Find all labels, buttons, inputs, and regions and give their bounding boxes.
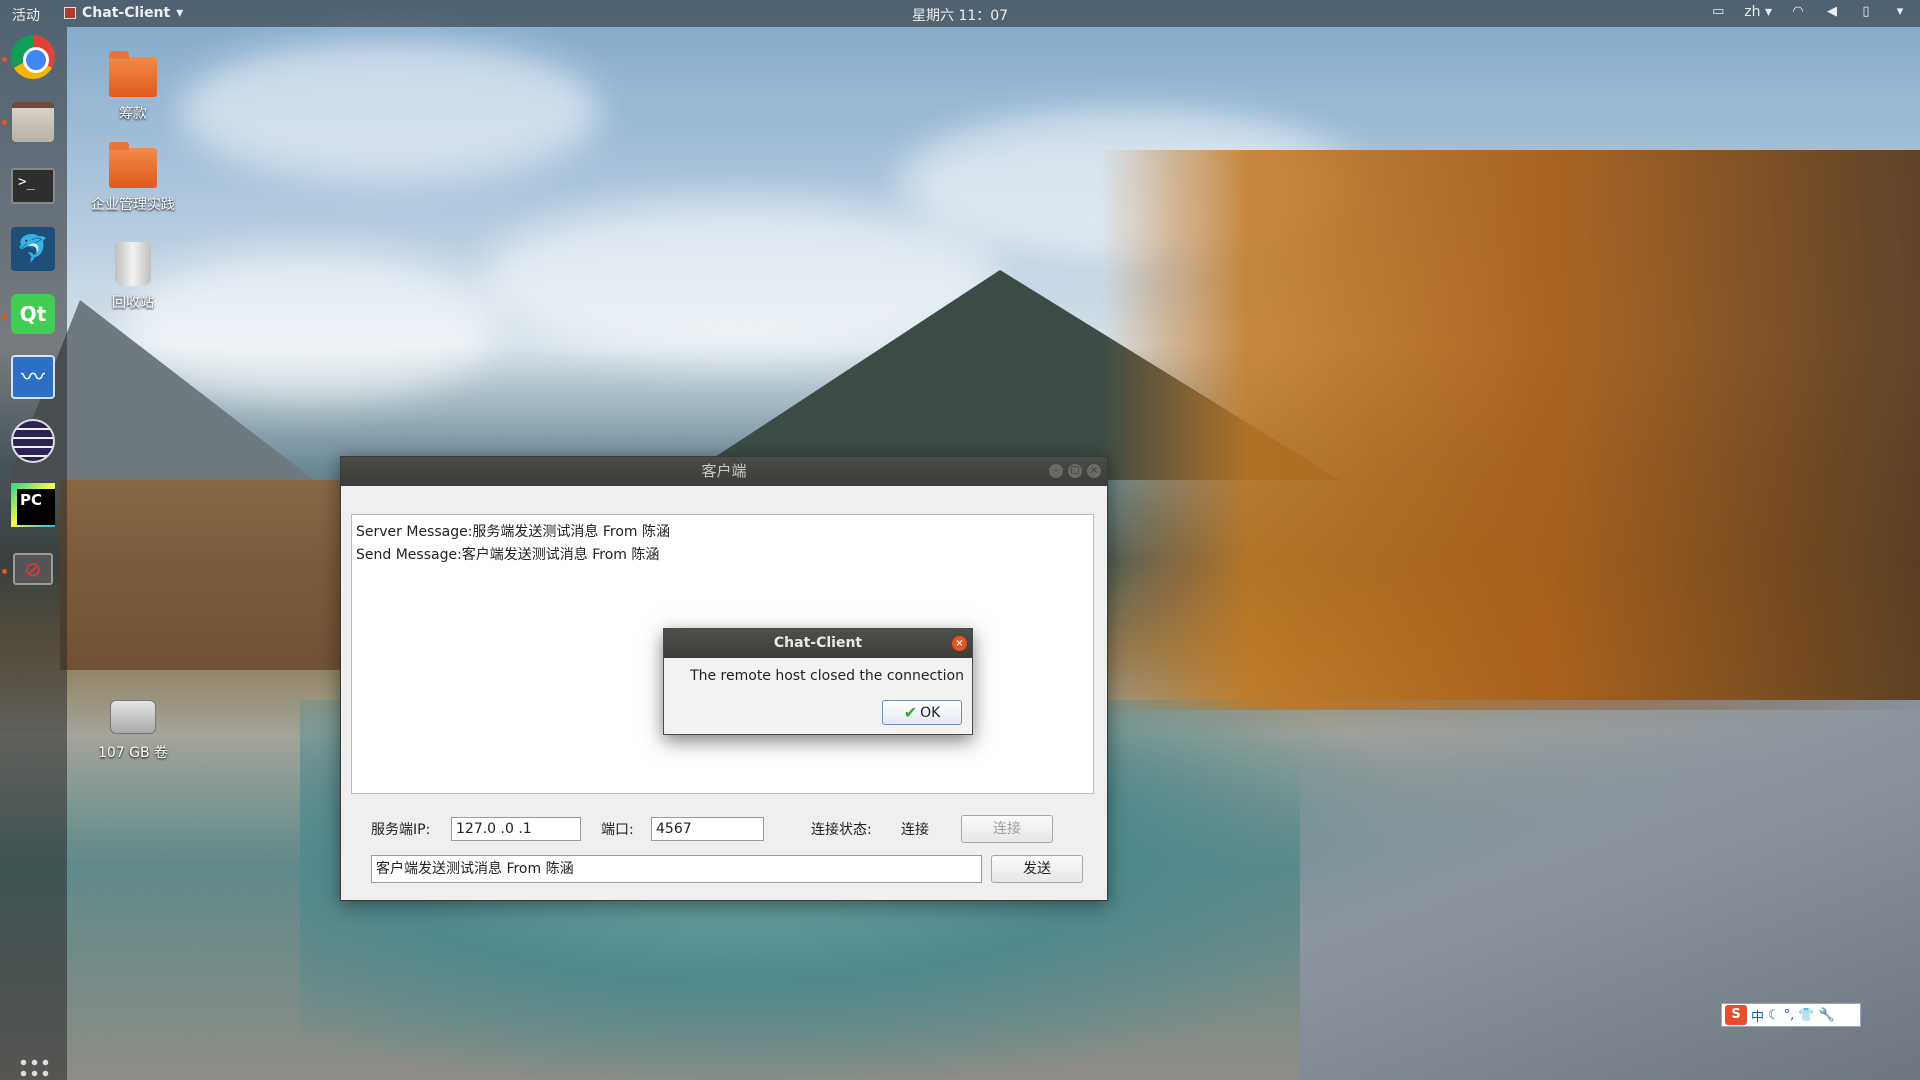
desktop-folder-management[interactable]: 企业管理实践 [78, 142, 188, 214]
show-apps-icon[interactable] [18, 1057, 50, 1080]
desktop-icon-label: 107 GB 卷 [97, 745, 169, 761]
chrome-icon[interactable] [8, 32, 58, 82]
desktop-icon-label: 企业管理实践 [91, 197, 175, 213]
close-icon[interactable]: × [952, 636, 967, 651]
send-button[interactable]: 发送 [991, 855, 1083, 883]
close-icon[interactable]: × [1087, 464, 1101, 478]
display-icon[interactable]: ▭ [1710, 5, 1726, 19]
top-panel: 活动 Chat-Client ▾ 星期六 11：07 ▭ zh ▾ ◠ ◀ ▯ … [0, 0, 1920, 27]
dialog-titlebar[interactable]: Chat-Client × [664, 629, 972, 658]
message-input[interactable]: 客户端发送测试消息 From 陈涵 [371, 855, 982, 883]
clock[interactable]: 星期六 11：07 [912, 5, 1008, 25]
window-title: 客户端 [701, 462, 747, 480]
dialog-title: Chat-Client [773, 635, 863, 651]
desktop-trash[interactable]: 回收站 [78, 242, 188, 312]
folder-icon [109, 142, 157, 188]
pycharm-icon[interactable] [8, 480, 58, 530]
message-line: Send Message:客户端发送测试消息 From 陈涵 [356, 547, 660, 563]
connect-button[interactable]: 连接 [961, 815, 1053, 843]
app-menu[interactable]: Chat-Client ▾ [64, 5, 183, 21]
language-label: zh [1744, 4, 1761, 20]
desktop-icon-label: 回收站 [112, 295, 154, 311]
sogou-logo-icon: S [1725, 1005, 1747, 1025]
app-menu-label: Chat-Client [82, 5, 171, 21]
connection-row: 服务端IP: 127.0 .0 .1 端口: 4567 连接状态: 连接 连接 [371, 814, 1091, 844]
minimize-icon[interactable]: – [1049, 464, 1063, 478]
system-monitor-icon[interactable]: 〰 [8, 352, 58, 402]
activities-button[interactable]: 活动 [12, 5, 40, 25]
punctuation-icon[interactable]: °, [1784, 1008, 1795, 1023]
port-field[interactable]: 4567 [651, 817, 764, 841]
qt-creator-icon[interactable]: Qt [8, 289, 58, 339]
system-tray: ▭ zh ▾ ◠ ◀ ▯ ▾ [1710, 4, 1908, 20]
maximize-icon[interactable]: □ [1068, 464, 1082, 478]
desktop-folder-fundraising[interactable]: 筹款 [78, 51, 188, 123]
language-selector[interactable]: zh ▾ [1744, 4, 1772, 20]
window-titlebar[interactable]: 客户端 – □ × [341, 457, 1107, 486]
status-label: 连接状态: [811, 822, 872, 838]
wifi-icon[interactable]: ◠ [1790, 5, 1806, 19]
chevron-down-icon[interactable]: ▾ [1892, 5, 1908, 19]
folder-icon [109, 51, 157, 97]
volume-icon[interactable]: ◀ [1824, 5, 1840, 19]
server-ip-label: 服务端IP: [371, 822, 431, 838]
ime-mode-label[interactable]: 中 [1751, 1006, 1764, 1025]
chevron-down-icon: ▾ [176, 5, 184, 21]
error-dialog: Chat-Client × The remote host closed the… [663, 628, 973, 735]
app-menu-icon [64, 7, 76, 19]
desktop-drive[interactable]: 107 GB 卷 [78, 700, 188, 762]
server-ip-field[interactable]: 127.0 .0 .1 [451, 817, 581, 841]
eclipse-icon[interactable] [8, 416, 58, 466]
drive-icon [110, 700, 156, 734]
trash-icon [115, 242, 151, 286]
status-value: 连接 [901, 822, 929, 838]
dock: >_ 🐬 Qt 〰 ⊘ [0, 27, 67, 1080]
terminal-icon[interactable]: >_ [8, 161, 58, 211]
blocked-app-icon[interactable]: ⊘ [8, 544, 58, 594]
ime-toolbar[interactable]: S 中 ☾ °, 👕 🔧 [1721, 1003, 1861, 1027]
battery-icon[interactable]: ▯ [1858, 5, 1874, 19]
message-line: Server Message:服务端发送测试消息 From 陈涵 [356, 524, 671, 540]
mysql-workbench-icon[interactable]: 🐬 [8, 224, 58, 274]
send-row: 客户端发送测试消息 From 陈涵 发送 [371, 853, 1091, 885]
moon-icon[interactable]: ☾ [1768, 1008, 1780, 1023]
dialog-message: The remote host closed the connection [690, 668, 964, 684]
skin-icon[interactable]: 👕 [1798, 1008, 1814, 1023]
checkmark-icon: ✔ [903, 702, 918, 722]
desktop-icon-label: 筹款 [119, 106, 147, 122]
settings-icon[interactable]: 🔧 [1819, 1008, 1835, 1023]
port-label: 端口: [601, 822, 634, 838]
files-icon[interactable] [8, 97, 58, 147]
ok-button-label: OK [920, 704, 941, 721]
ok-button[interactable]: ✔ OK [882, 700, 962, 725]
